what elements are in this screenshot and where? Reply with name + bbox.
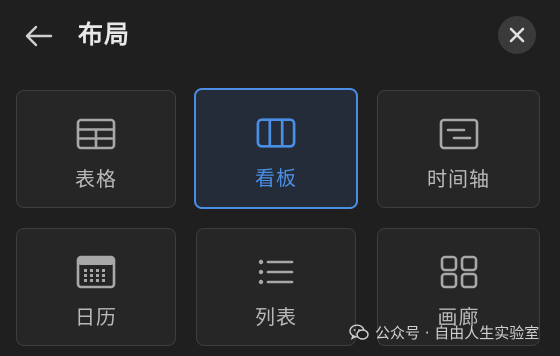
layout-option-board[interactable]: 看板 [194, 88, 358, 209]
board-icon [256, 116, 296, 150]
back-button[interactable] [20, 18, 56, 54]
layout-option-label: 列表 [255, 305, 297, 329]
layout-option-timeline[interactable]: 时间轴 [377, 90, 540, 208]
close-icon [509, 27, 525, 43]
header: 布局 [0, 0, 560, 72]
layout-option-calendar[interactable]: 日历 [16, 228, 176, 346]
layout-option-table[interactable]: 表格 [16, 90, 176, 208]
calendar-icon [76, 255, 116, 289]
list-icon [256, 255, 296, 289]
layout-option-label: 看板 [255, 166, 297, 190]
layout-option-label: 表格 [75, 167, 117, 191]
wechat-icon [349, 323, 369, 341]
watermark-text: 公众号 · 自由人生实验室 [375, 323, 540, 342]
layout-option-label: 日历 [75, 305, 117, 329]
layout-option-list[interactable]: 列表 [196, 228, 356, 346]
gallery-icon [439, 255, 479, 289]
timeline-icon [439, 117, 479, 151]
page-title: 布局 [78, 20, 131, 49]
close-button[interactable] [498, 16, 536, 54]
watermark: 公众号 · 自由人生实验室 [349, 321, 539, 343]
table-icon [76, 117, 116, 151]
arrow-left-icon [25, 25, 53, 47]
layout-option-label: 时间轴 [427, 167, 490, 191]
